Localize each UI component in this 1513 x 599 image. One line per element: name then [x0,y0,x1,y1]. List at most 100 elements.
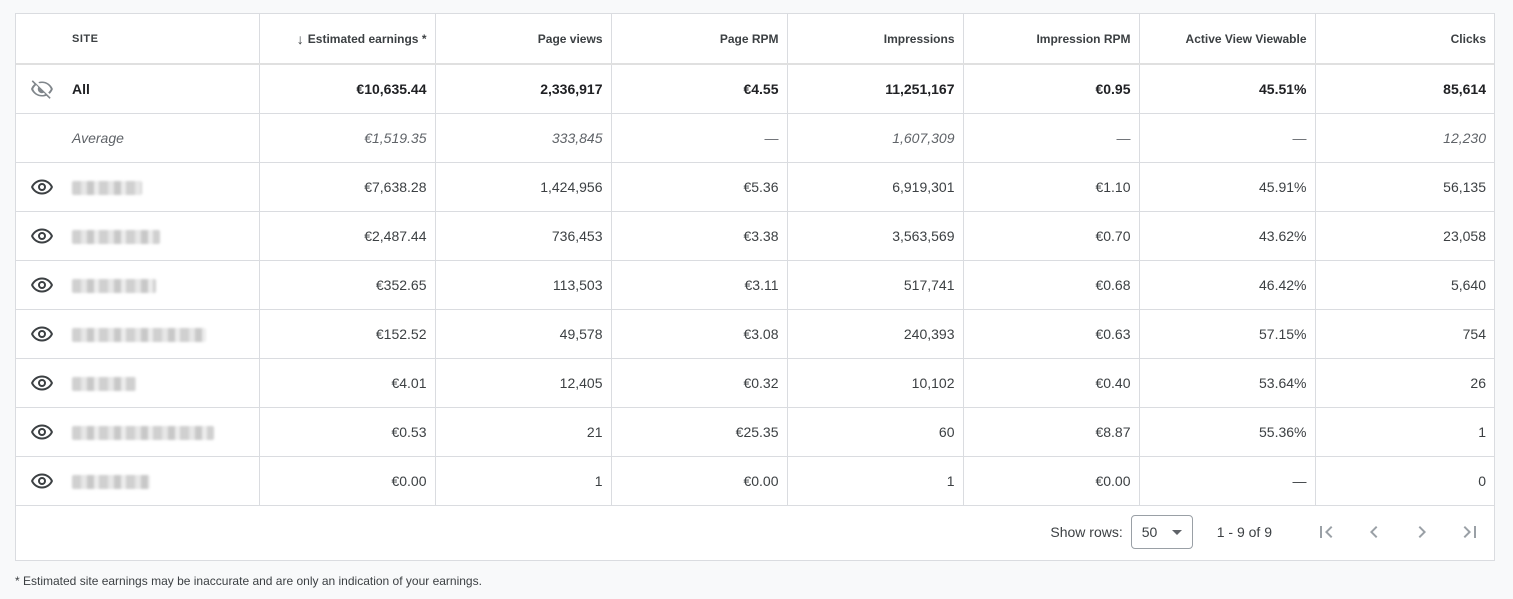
cell-page-rpm: €4.55 [610,64,787,114]
table-row[interactable]: €4.01 12,405 €0.32 10,102 €0.40 53.64% 26 [16,358,1494,408]
cell-impression-rpm: €0.70 [962,211,1139,261]
site-name-redacted[interactable] [68,260,259,310]
header-site[interactable]: SITE [68,14,259,65]
empty-icon-cell [16,113,68,163]
cell-clicks: 0 [1314,456,1494,506]
cell-impression-rpm: €8.87 [962,407,1139,457]
next-page-icon[interactable] [1398,512,1446,552]
cell-page-views: 1,424,956 [434,162,611,212]
prev-page-icon[interactable] [1350,512,1398,552]
header-page-rpm[interactable]: Page RPM [610,14,787,65]
pagination-bar: Show rows: 50 1 - 9 of 9 [16,504,1494,560]
header-active-view[interactable]: Active View Viewable [1138,14,1315,65]
cell-page-rpm: €3.08 [610,309,787,359]
eye-icon[interactable] [30,371,54,395]
header-clicks[interactable]: Clicks [1314,14,1494,65]
cell-clicks: 56,135 [1314,162,1494,212]
cell-earnings: €4.01 [258,358,435,408]
cell-clicks: 26 [1314,358,1494,408]
cell-page-rpm: €0.32 [610,358,787,408]
last-page-icon[interactable] [1446,512,1494,552]
cell-clicks: 5,640 [1314,260,1494,310]
earnings-footnote: * Estimated site earnings may be inaccur… [15,574,482,588]
site-name-redacted[interactable] [68,309,259,359]
cell-active-view: 55.36% [1138,407,1315,457]
eye-icon-cell [16,211,68,261]
eye-icon-cell [16,260,68,310]
redacted-site-name [72,180,142,195]
eye-icon[interactable] [30,322,54,346]
table-row[interactable]: €2,487.44 736,453 €3.38 3,563,569 €0.70 43.62… [16,211,1494,261]
cell-impression-rpm: — [962,113,1139,163]
sites-table: SITE ↓ Estimated earnings * Page views Pa… [16,14,1494,506]
cell-active-view: 53.64% [1138,358,1315,408]
eye-icon-cell [16,456,68,506]
site-name-all: All [68,64,259,114]
cell-earnings: €0.00 [258,456,435,506]
cell-page-views: 1 [434,456,611,506]
header-impression-rpm[interactable]: Impression RPM [962,14,1139,65]
eye-off-icon[interactable] [30,77,54,101]
cell-active-view: 43.62% [1138,211,1315,261]
cell-impression-rpm: €1.10 [962,162,1139,212]
sites-report-card: SITE ↓ Estimated earnings * Page views Pa… [15,13,1495,561]
header-estimated-earnings[interactable]: ↓ Estimated earnings * [258,14,435,65]
site-name-redacted[interactable] [68,407,259,457]
cell-impression-rpm: €0.00 [962,456,1139,506]
cell-clicks: 1 [1314,407,1494,457]
cell-earnings: €352.65 [258,260,435,310]
cell-page-views: 333,845 [434,113,611,163]
redacted-site-name [72,376,136,391]
site-name-redacted[interactable] [68,211,259,261]
cell-earnings: €152.52 [258,309,435,359]
cell-impression-rpm: €0.68 [962,260,1139,310]
caret-down-icon [1171,529,1182,535]
redacted-site-name [72,278,156,293]
rows-per-page-select[interactable]: 50 [1130,515,1193,549]
cell-earnings: €7,638.28 [258,162,435,212]
cell-earnings: €2,487.44 [258,211,435,261]
eye-icon[interactable] [30,273,54,297]
cell-page-views: 12,405 [434,358,611,408]
show-rows-label: Show rows: [1050,524,1123,540]
eye-icon[interactable] [30,420,54,444]
table-row[interactable]: €352.65 113,503 €3.11 517,741 €0.68 46.42% 5,6… [16,260,1494,310]
eye-icon[interactable] [30,175,54,199]
cell-impressions: 517,741 [786,260,963,310]
eye-icon-cell [16,162,68,212]
cell-page-views: 113,503 [434,260,611,310]
cell-impressions: 1,607,309 [786,113,963,163]
cell-page-rpm: €3.11 [610,260,787,310]
table-row[interactable]: €0.00 1 €0.00 1 €0.00—0 [16,456,1494,506]
site-name-redacted[interactable] [68,358,259,408]
header-page-views[interactable]: Page views [434,14,611,65]
cell-impressions: 11,251,167 [786,64,963,114]
header-icon-spacer [16,14,68,65]
cell-earnings: €1,519.35 [258,113,435,163]
cell-impression-rpm: €0.40 [962,358,1139,408]
cell-clicks: 23,058 [1314,211,1494,261]
cell-impressions: 3,563,569 [786,211,963,261]
site-name-redacted[interactable] [68,456,259,506]
cell-page-views: 49,578 [434,309,611,359]
table-row-all: All €10,635.44 2,336,917 €4.55 11,251,16… [16,64,1494,114]
table-row[interactable]: €7,638.28 1,424,956 €5.36 6,919,301 €1.10 45.… [16,162,1494,212]
cell-earnings: €0.53 [258,407,435,457]
table-row[interactable]: €152.52 49,578 €3.08 240,393 €0.63 57.15% 754 [16,309,1494,359]
cell-active-view: 45.51% [1138,64,1315,114]
cell-impressions: 60 [786,407,963,457]
site-name-average: Average [68,113,259,163]
eye-icon[interactable] [30,224,54,248]
cell-page-rpm: €25.35 [610,407,787,457]
header-estimated-earnings-label: Estimated earnings * [307,31,427,46]
table-row[interactable]: €0.53 21 €25.35 60 €8.87 55.36% 1 [16,407,1494,457]
first-page-icon[interactable] [1302,512,1350,552]
table-row-average: Average €1,519.35 333,845 — 1,607,309 — … [16,113,1494,163]
eye-icon-cell [16,407,68,457]
eye-icon[interactable] [30,469,54,493]
cell-impressions: 240,393 [786,309,963,359]
header-impressions[interactable]: Impressions [786,14,963,65]
cell-active-view: 46.42% [1138,260,1315,310]
cell-page-views: 21 [434,407,611,457]
site-name-redacted[interactable] [68,162,259,212]
